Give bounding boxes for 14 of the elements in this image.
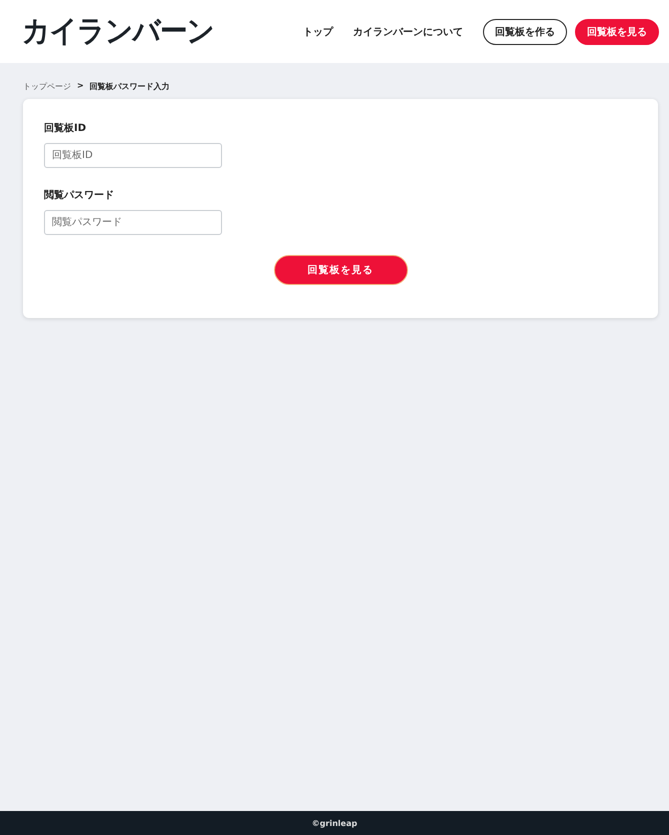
nav-link[interactable]: トップ: [303, 24, 333, 38]
view-board-button[interactable]: 回覧板を見る: [575, 18, 659, 44]
logo[interactable]: カイランバーン: [22, 11, 214, 52]
breadcrumb-separator: >: [77, 81, 84, 92]
breadcrumb-link[interactable]: トップページ: [23, 81, 71, 92]
field-label: 回覧板ID: [44, 122, 88, 135]
breadcrumb-current: 回覧板パスワード入力: [90, 81, 170, 92]
copyright-text: ©grinleap: [312, 818, 358, 828]
input-field[interactable]: 回覧板ID: [44, 143, 222, 168]
nav-link[interactable]: カイランバーンについて: [353, 24, 463, 38]
input-field[interactable]: 閲覧パスワード: [44, 210, 222, 235]
submit-button[interactable]: 回覧板を見る: [274, 255, 408, 285]
field-label: 閲覧パスワード: [44, 188, 115, 202]
create-board-button[interactable]: 回覧板を作る: [483, 18, 567, 44]
